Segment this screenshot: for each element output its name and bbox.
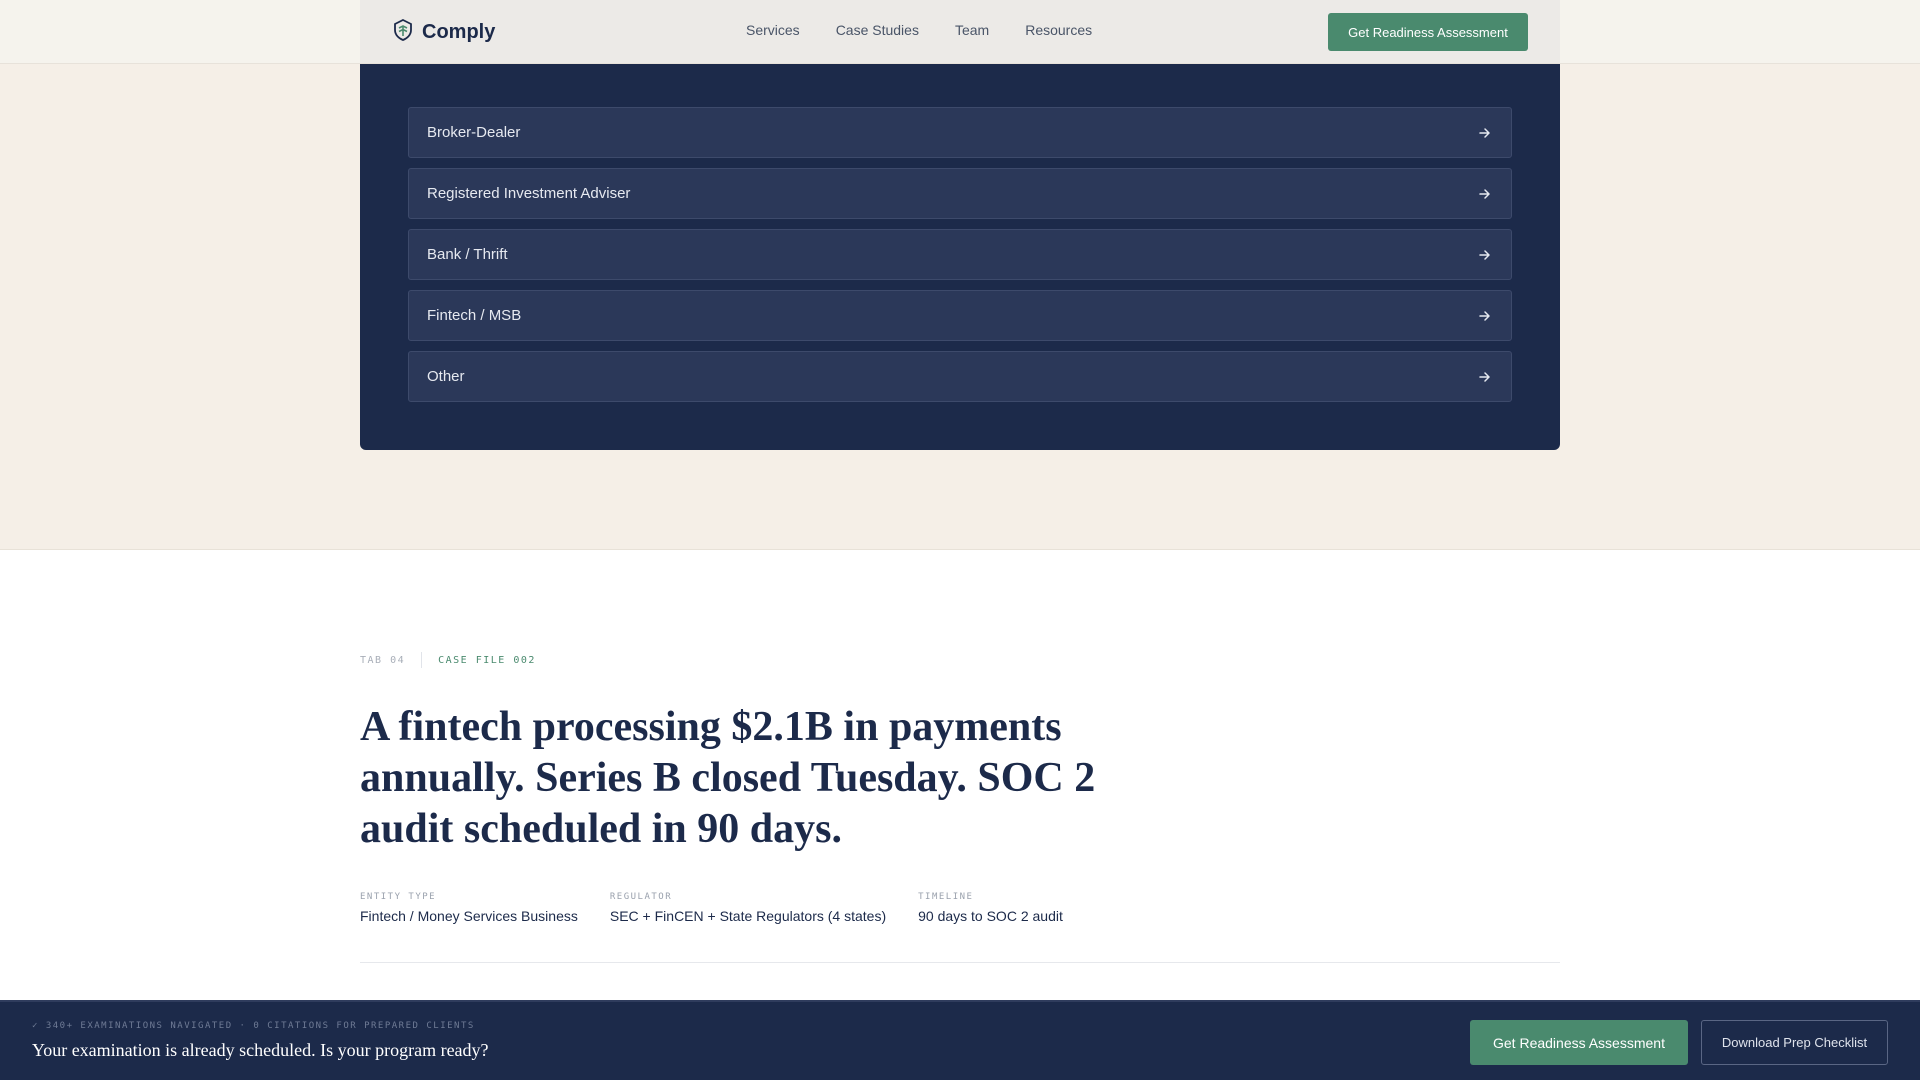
brand-name: Comply	[422, 20, 496, 43]
shield-logo-icon	[394, 18, 412, 46]
case-file-label: CASE FILE 002	[438, 654, 536, 666]
arrow-right-icon	[1477, 308, 1493, 324]
fact-entity-type: ENTITY TYPE Fintech / Money Services Bus…	[360, 892, 578, 924]
case-headline: A fintech processing $2.1B in payments a…	[360, 704, 1096, 852]
entity-type-card: Broker-Dealer Registered Investment Advi…	[360, 0, 1560, 450]
nav-resources[interactable]: Resources	[1025, 22, 1092, 38]
arrow-right-icon	[1477, 247, 1493, 263]
fact-value: SEC + FinCEN + State Regulators (4 state…	[609, 908, 887, 924]
sticky-readiness-button[interactable]: Get Readiness Assessment	[1470, 1020, 1688, 1065]
arrow-right-icon	[1477, 186, 1493, 202]
main-nav: Services Case Studies Team Resources	[746, 22, 1128, 38]
nav-case-studies[interactable]: Case Studies	[836, 22, 919, 38]
download-checklist-button[interactable]: Download Prep Checklist	[1701, 1020, 1888, 1065]
fact-label: TIMELINE	[918, 892, 974, 902]
option-fintech-msb[interactable]: Fintech / MSB	[408, 290, 1512, 341]
sticky-kicker: ✓ 340+ EXAMINATIONS NAVIGATED · 0 CITATI…	[32, 1021, 475, 1031]
option-other[interactable]: Other	[408, 351, 1512, 402]
option-registered-investment-adviser[interactable]: Registered Investment Adviser	[408, 168, 1512, 219]
section-divider	[360, 962, 1560, 963]
sticky-title: Your examination is already scheduled. I…	[32, 1040, 489, 1060]
fact-timeline: TIMELINE 90 days to SOC 2 audit	[918, 892, 1063, 924]
fact-value: Fintech / Money Services Business	[360, 908, 578, 924]
case-facts: ENTITY TYPE Fintech / Money Services Bus…	[360, 892, 1095, 924]
tab-number: TAB 04	[360, 654, 406, 666]
brand-logo-link[interactable]: Comply	[394, 18, 495, 46]
fact-label: ENTITY TYPE	[360, 892, 437, 902]
arrow-right-icon	[1477, 369, 1493, 385]
nav-services[interactable]: Services	[746, 22, 800, 38]
fact-label: REGULATOR	[609, 892, 673, 902]
arrow-right-icon	[1477, 125, 1493, 141]
option-label: Fintech / MSB	[427, 307, 522, 324]
site-header: Comply Services Case Studies Team Resour…	[0, 0, 1920, 64]
header-readiness-button[interactable]: Get Readiness Assessment	[1328, 13, 1528, 51]
sticky-cta-bar: ✓ 340+ EXAMINATIONS NAVIGATED · 0 CITATI…	[0, 1000, 1920, 1080]
option-label: Registered Investment Adviser	[427, 185, 631, 202]
option-broker-dealer[interactable]: Broker-Dealer	[408, 107, 1512, 158]
option-bank-thrift[interactable]: Bank / Thrift	[408, 229, 1512, 280]
entity-options-list: Broker-Dealer Registered Investment Advi…	[408, 107, 1512, 412]
option-label: Bank / Thrift	[427, 246, 508, 263]
option-label: Other	[427, 368, 465, 385]
fact-value: 90 days to SOC 2 audit	[918, 908, 1063, 924]
option-label: Broker-Dealer	[427, 124, 521, 141]
case-eyebrow: TAB 04 CASE FILE 002	[360, 652, 536, 668]
nav-team[interactable]: Team	[955, 22, 989, 38]
eyebrow-divider	[421, 652, 423, 668]
fact-regulator: REGULATOR SEC + FinCEN + State Regulator…	[610, 892, 886, 924]
